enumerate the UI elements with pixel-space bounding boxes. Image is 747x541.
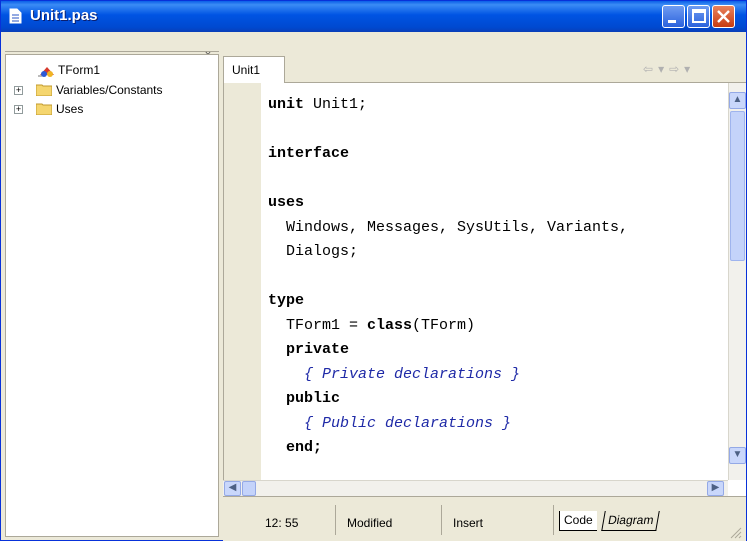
code-editor[interactable]: unit Unit1; interface uses Windows, Mess… <box>223 83 746 496</box>
scroll-up-icon[interactable]: ▲ <box>729 92 746 109</box>
horizontal-scrollbar[interactable] <box>223 480 728 496</box>
folder-icon <box>36 103 52 115</box>
close-icon <box>717 10 730 23</box>
close-button[interactable] <box>712 5 735 28</box>
code-keyword: public <box>268 390 341 407</box>
structure-tree: TForm1 + Variables/Constants + Uses <box>5 54 219 537</box>
code-keyword: unit <box>268 96 305 113</box>
code-keyword: end; <box>268 439 323 456</box>
insert-mode-indicator: Insert <box>453 516 484 530</box>
expand-icon[interactable]: + <box>14 105 23 114</box>
tab-code[interactable]: Code <box>559 511 597 531</box>
scroll-down-icon[interactable]: ▼ <box>729 447 746 464</box>
tab-diagram[interactable]: Diagram <box>601 511 661 531</box>
vertical-scroll-thumb[interactable] <box>730 111 745 261</box>
code-text-span: (TForm) <box>412 316 476 334</box>
tree-item-label: TForm1 <box>58 63 100 77</box>
minimize-icon <box>668 20 676 23</box>
back-dropdown-icon[interactable]: ▾ <box>658 62 664 76</box>
status-divider <box>335 505 336 535</box>
code-keyword: type <box>268 292 305 309</box>
minimize-button[interactable] <box>662 5 685 28</box>
back-arrow-icon[interactable]: ⇦ <box>643 62 653 76</box>
title-bar[interactable]: Unit1.pas <box>1 1 746 32</box>
tab-unit1[interactable]: Unit1 <box>223 56 285 84</box>
status-bar: 12: 55 Modified Insert Code Diagram <box>223 496 746 541</box>
tree-item-label: Variables/Constants <box>56 83 163 97</box>
expand-icon[interactable]: + <box>14 86 23 95</box>
status-divider <box>441 505 442 535</box>
document-icon <box>9 8 22 24</box>
window-title: Unit1.pas <box>30 7 98 24</box>
code-text-span: Dialogs; <box>268 243 359 260</box>
editor-window: Unit1.pas × TFo <box>0 0 747 541</box>
code-keyword: interface <box>268 145 350 162</box>
tree-item-label: Uses <box>56 102 84 116</box>
maximize-button[interactable] <box>687 5 710 28</box>
code-keyword: private <box>268 341 350 358</box>
tree-item-uses[interactable]: + Uses <box>14 100 214 118</box>
scroll-left-icon[interactable]: ◀ <box>224 481 241 496</box>
horizontal-scroll-thumb[interactable] <box>242 481 256 496</box>
code-text-span: TForm1 = <box>268 316 368 334</box>
maximize-icon <box>692 9 706 23</box>
forward-arrow-icon[interactable]: ⇨ <box>669 62 679 76</box>
tree-item-tform1[interactable]: TForm1 <box>14 61 214 79</box>
editor-gutter <box>224 83 261 496</box>
folder-icon <box>36 84 52 96</box>
tree-item-variables-constants[interactable]: + Variables/Constants <box>14 81 214 99</box>
code-text-span: Windows, Messages, SysUtils, Variants, <box>268 218 629 236</box>
code-comment: { Public declarations } <box>268 414 512 432</box>
cursor-position: 12: 55 <box>265 516 299 530</box>
form-icon <box>38 67 54 77</box>
code-keyword: class <box>367 316 413 334</box>
editor-tabstrip: Unit1 ⇦ ▾ ⇨ ▾ <box>223 56 746 84</box>
code-text[interactable]: unit Unit1; interface uses Windows, Mess… <box>268 93 728 493</box>
resize-grip-icon[interactable] <box>728 525 742 539</box>
modified-indicator: Modified <box>347 516 393 530</box>
forward-dropdown-icon[interactable]: ▾ <box>684 62 690 76</box>
status-divider <box>553 505 554 535</box>
scroll-right-icon[interactable]: ▶ <box>707 481 724 496</box>
code-keyword: uses <box>268 194 305 211</box>
code-comment: { Private declarations } <box>268 365 521 383</box>
code-text-span: Unit1; <box>304 96 368 113</box>
history-navigation: ⇦ ▾ ⇨ ▾ <box>643 62 695 76</box>
